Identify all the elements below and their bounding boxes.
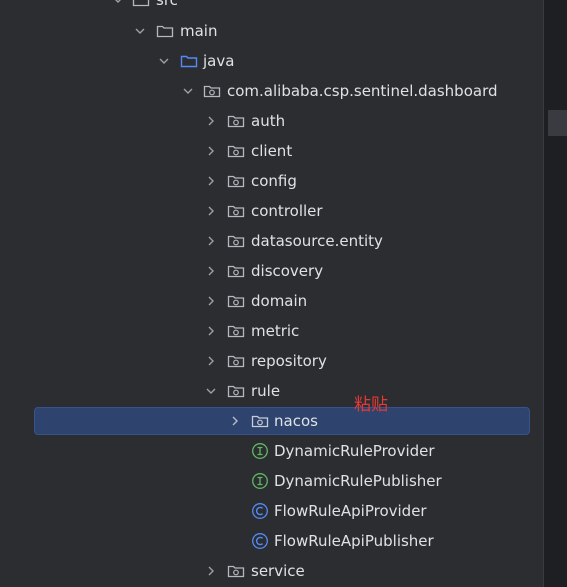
- tree-node-flow-rule-api-provider[interactable]: FlowRuleApiProvider: [0, 496, 530, 526]
- tree-node-metric[interactable]: metric: [0, 316, 530, 346]
- chevron-right-icon[interactable]: [203, 563, 219, 579]
- class-icon: [251, 532, 269, 550]
- package-icon: [227, 202, 245, 220]
- tree-node-label: datasource.entity: [251, 232, 383, 250]
- tree-node-java[interactable]: java: [0, 46, 530, 76]
- chevron-right-icon[interactable]: [203, 233, 219, 249]
- tree-node-rule[interactable]: rule: [0, 376, 530, 406]
- package-icon: [227, 382, 245, 400]
- tree-node-nacos[interactable]: nacos: [0, 406, 530, 436]
- tree-node-label: DynamicRulePublisher: [274, 472, 442, 490]
- chevron-right-icon[interactable]: [227, 413, 243, 429]
- folder-icon: [132, 0, 150, 9]
- chevron-right-icon[interactable]: [203, 203, 219, 219]
- tree-node-label: config: [251, 172, 297, 190]
- tree-node-label: com.alibaba.csp.sentinel.dashboard: [227, 82, 498, 100]
- tree-node-src[interactable]: src: [0, 0, 530, 15]
- tree-node-auth[interactable]: auth: [0, 106, 530, 136]
- package-icon: [227, 112, 245, 130]
- editor-strip-marker: [548, 110, 567, 136]
- tree-node-dynamic-rule-provider[interactable]: DynamicRuleProvider: [0, 436, 530, 466]
- package-icon: [227, 142, 245, 160]
- chevron-down-icon[interactable]: [203, 383, 219, 399]
- chevron-right-icon[interactable]: [203, 113, 219, 129]
- tree-node-label: repository: [251, 352, 327, 370]
- tree-node-discovery[interactable]: discovery: [0, 256, 530, 286]
- tree-node-label: rule: [251, 382, 281, 400]
- class-icon: [251, 502, 269, 520]
- tree-node-label: DynamicRuleProvider: [274, 442, 435, 460]
- chevron-right-icon[interactable]: [203, 323, 219, 339]
- tree-node-label: discovery: [251, 262, 324, 280]
- tree-node-label: domain: [251, 292, 308, 310]
- interface-icon: [251, 472, 269, 490]
- tree-node-main[interactable]: main: [0, 16, 530, 46]
- chevron-right-icon[interactable]: [203, 263, 219, 279]
- chevron-right-icon[interactable]: [203, 293, 219, 309]
- editor-gutter-strip: [543, 0, 567, 587]
- tree-node-datasource[interactable]: datasource.entity: [0, 226, 530, 256]
- tree-node-label: src: [156, 0, 178, 9]
- folder-icon: [156, 22, 174, 40]
- tree-node-label: java: [203, 52, 235, 70]
- tree-node-config[interactable]: config: [0, 166, 530, 196]
- chevron-right-icon[interactable]: [203, 143, 219, 159]
- chevron-down-icon[interactable]: [132, 23, 148, 39]
- tree-node-controller[interactable]: controller: [0, 196, 530, 226]
- tree-node-package[interactable]: com.alibaba.csp.sentinel.dashboard: [0, 76, 530, 106]
- tree-node-client[interactable]: client: [0, 136, 530, 166]
- interface-icon: [251, 442, 269, 460]
- source-folder-icon: [180, 52, 198, 70]
- tree-node-dynamic-rule-publisher[interactable]: DynamicRulePublisher: [0, 466, 530, 496]
- tree-node-label: metric: [251, 322, 300, 340]
- chevron-down-icon[interactable]: [180, 83, 196, 99]
- package-icon: [203, 82, 221, 100]
- tree-node-label: client: [251, 142, 293, 160]
- package-icon: [251, 412, 269, 430]
- package-icon: [227, 292, 245, 310]
- tree-node-label: service: [251, 562, 305, 580]
- tree-node-label: auth: [251, 112, 286, 130]
- tree-node-label: FlowRuleApiProvider: [274, 502, 427, 520]
- package-icon: [227, 262, 245, 280]
- chevron-down-icon[interactable]: [110, 0, 126, 8]
- package-icon: [227, 562, 245, 580]
- chevron-down-icon[interactable]: [156, 53, 172, 69]
- chevron-right-icon[interactable]: [203, 353, 219, 369]
- tree-node-label: nacos: [274, 412, 318, 430]
- tree-node-label: FlowRuleApiPublisher: [274, 532, 434, 550]
- tree-node-service[interactable]: service: [0, 556, 530, 586]
- tree-node-domain[interactable]: domain: [0, 286, 530, 316]
- package-icon: [227, 232, 245, 250]
- tree-node-flow-rule-api-publisher[interactable]: FlowRuleApiPublisher: [0, 526, 530, 556]
- tree-node-label: main: [180, 22, 218, 40]
- tree-node-label: controller: [251, 202, 323, 220]
- tree-node-repository[interactable]: repository: [0, 346, 530, 376]
- package-icon: [227, 322, 245, 340]
- package-icon: [227, 352, 245, 370]
- package-icon: [227, 172, 245, 190]
- chevron-right-icon[interactable]: [203, 173, 219, 189]
- paste-annotation: 粘贴: [354, 395, 388, 415]
